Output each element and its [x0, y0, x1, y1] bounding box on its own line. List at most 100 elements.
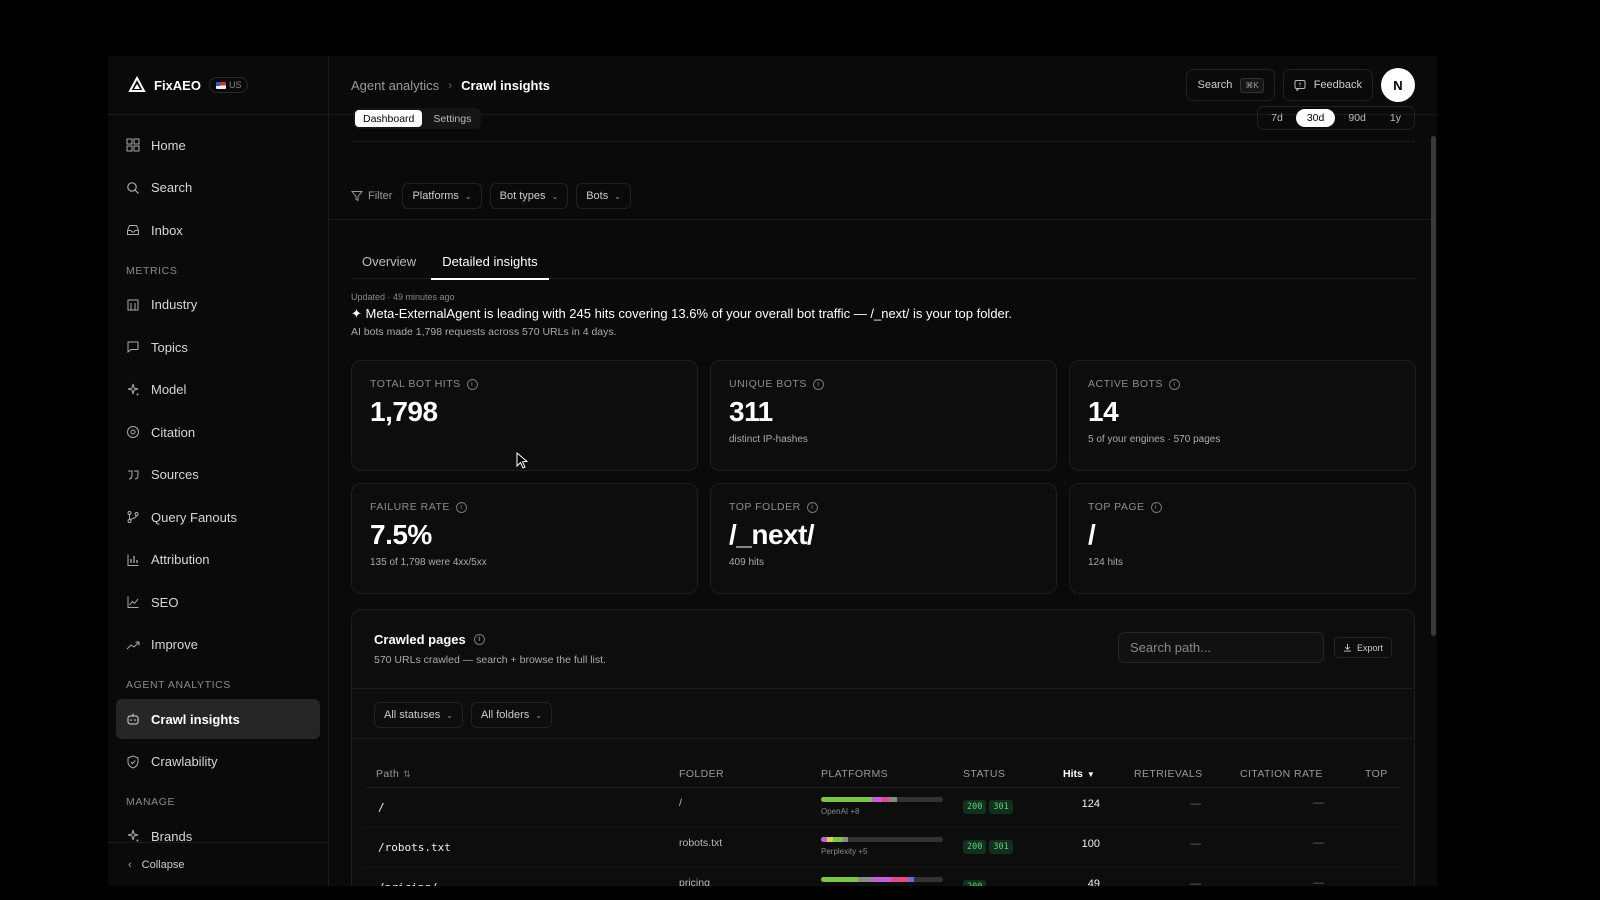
column-path[interactable]: Path ⇅	[376, 768, 411, 780]
sidebar-item-query-fanouts[interactable]: Query Fanouts	[116, 497, 320, 537]
kpi-value: 7.5%	[370, 519, 432, 550]
kpi-value: 311	[729, 396, 773, 427]
sidebar-item-seo[interactable]: SEO	[116, 582, 320, 622]
status-filter-dropdown[interactable]: All statuses ⌄	[374, 702, 463, 728]
inbox-icon	[126, 223, 140, 237]
sidebar-item-label: Improve	[151, 637, 198, 652]
column-top[interactable]: TOP	[1365, 768, 1388, 780]
platform-segment	[857, 877, 873, 882]
sort-icon: ⇅	[403, 768, 412, 779]
info-icon[interactable]: i	[455, 501, 467, 513]
sidebar-item-topics[interactable]: Topics	[116, 327, 320, 367]
column-hits[interactable]: Hits ▼	[1063, 768, 1095, 780]
sidebar: FixAEO US Home Search Inbox METRICS Indust…	[108, 56, 329, 886]
kpi-card-top-page: TOP PAGE i / 124 hits	[1069, 483, 1416, 594]
sidebar-item-search[interactable]: Search	[116, 168, 320, 208]
tab-overview[interactable]: Overview	[351, 244, 427, 279]
range-7d[interactable]: 7d	[1260, 109, 1294, 127]
subtab-settings[interactable]: Settings	[425, 110, 479, 127]
row-platforms: OpenAI +8	[821, 797, 943, 816]
download-icon	[1343, 643, 1352, 652]
scrollbar[interactable]	[1431, 136, 1436, 636]
tab-detailed-insights[interactable]: Detailed insights	[431, 244, 549, 280]
chevron-down-icon: ⌄	[535, 710, 542, 720]
row-retrievals: —	[1190, 878, 1201, 886]
logo-icon	[128, 76, 146, 92]
info-icon[interactable]: i	[806, 501, 818, 513]
sidebar-item-attribution[interactable]: Attribution	[116, 540, 320, 580]
collapse-button[interactable]: ‹ Collapse	[108, 842, 328, 886]
region-badge[interactable]: US	[208, 77, 249, 93]
table-header: Path ⇅ FOLDER PLATFORMS STATUS Hits ▼ RETR…	[366, 762, 1400, 788]
divider	[352, 688, 1414, 689]
range-1y[interactable]: 1y	[1379, 109, 1412, 127]
breadcrumb-agent-analytics[interactable]: Agent analytics	[351, 78, 439, 93]
row-path[interactable]: /pricing/	[378, 881, 438, 886]
sidebar-item-citation[interactable]: Citation	[116, 412, 320, 452]
platforms-dropdown[interactable]: Platforms ⌄	[402, 183, 482, 209]
platform-share-bar	[821, 877, 943, 882]
sidebar-item-crawlability[interactable]: Crawlability	[116, 742, 320, 782]
table-row[interactable]: /robots.txt robots.txt Perplexity +5 200 301…	[366, 828, 1400, 868]
row-platforms: Perplexity +5	[821, 837, 943, 856]
feedback-button[interactable]: Feedback	[1282, 69, 1373, 101]
kpi-label-text: TOTAL BOT HITS	[370, 378, 461, 390]
message-icon	[126, 340, 140, 354]
bar-chart-icon	[126, 553, 140, 567]
kpi-label: UNIQUE BOTS i	[729, 378, 1038, 390]
range-30d[interactable]: 30d	[1295, 109, 1336, 127]
crawled-pages-panel: Crawled pages i 570 URLs crawled — searc…	[351, 609, 1415, 886]
kpi-subtext: 5 of your engines · 570 pages	[1088, 434, 1221, 445]
search-path-input[interactable]: Search path...	[1118, 632, 1324, 663]
date-range-selector: 7d 30d 90d 1y	[1257, 106, 1415, 130]
sidebar-item-label: Query Fanouts	[151, 509, 237, 525]
breadcrumb-crawl-insights: Crawl insights	[461, 77, 551, 93]
at-icon	[126, 425, 140, 439]
bot-icon	[126, 712, 140, 726]
subtab-dashboard[interactable]: Dashboard	[355, 110, 423, 127]
sort-desc-icon: ▼	[1086, 769, 1095, 779]
sidebar-item-inbox[interactable]: Inbox	[116, 210, 320, 250]
brand[interactable]: FixAEO US	[108, 56, 328, 115]
range-90d[interactable]: 90d	[1337, 109, 1377, 127]
info-icon[interactable]: i	[812, 378, 824, 390]
folder-filter-dropdown[interactable]: All folders ⌄	[470, 702, 552, 728]
table-row[interactable]: / / OpenAI +8 200 301 124 — —	[366, 788, 1400, 828]
bot-types-dropdown-label: Bot types	[499, 190, 546, 202]
region-label: US	[228, 80, 242, 90]
sidebar-item-sources[interactable]: Sources	[116, 455, 320, 495]
info-icon[interactable]: i	[473, 634, 485, 645]
user-avatar[interactable]: N	[1381, 68, 1415, 102]
info-icon[interactable]: i	[1168, 378, 1180, 390]
platform-segment	[881, 797, 890, 802]
sidebar-item-crawl-insights[interactable]: Crawl insights	[116, 699, 320, 739]
app-window: FixAEO US Home Search Inbox METRICS Indust…	[108, 56, 1437, 886]
search-button[interactable]: Search ⌘K	[1186, 69, 1275, 101]
sidebar-item-improve[interactable]: Improve	[116, 625, 320, 665]
column-folder[interactable]: FOLDER	[679, 768, 724, 780]
bots-dropdown[interactable]: Bots ⌄	[576, 183, 631, 209]
platform-segment	[889, 797, 897, 802]
info-icon[interactable]: i	[1150, 501, 1162, 513]
sidebar-item-label: Attribution	[151, 552, 210, 567]
search-icon	[126, 181, 140, 195]
section-label-agent-analytics: AGENT ANALYTICS	[126, 679, 231, 691]
kpi-value: /_next/	[729, 519, 815, 550]
sidebar-item-model[interactable]: Model	[116, 370, 320, 410]
shortcut-hint: ⌘K	[1240, 77, 1264, 93]
column-status[interactable]: STATUS	[963, 768, 1005, 780]
export-button[interactable]: Export	[1333, 637, 1392, 658]
column-platforms[interactable]: PLATFORMS	[821, 768, 888, 780]
filter-label-text: Filter	[368, 190, 393, 202]
info-icon[interactable]: i	[466, 378, 478, 390]
sparkles-icon	[126, 383, 140, 397]
table-row[interactable]: /pricing/pricing 200 49 — —	[366, 868, 1400, 886]
platform-segment	[821, 797, 873, 802]
column-citation-rate[interactable]: CITATION RATE	[1240, 768, 1323, 780]
column-retrievals[interactable]: RETRIEVALS	[1134, 768, 1203, 780]
row-path[interactable]: /robots.txt	[378, 841, 451, 854]
sidebar-item-home[interactable]: Home	[116, 125, 320, 165]
sidebar-item-industry[interactable]: Industry	[116, 285, 320, 325]
row-path[interactable]: /	[378, 801, 385, 814]
bot-types-dropdown[interactable]: Bot types ⌄	[489, 183, 569, 209]
